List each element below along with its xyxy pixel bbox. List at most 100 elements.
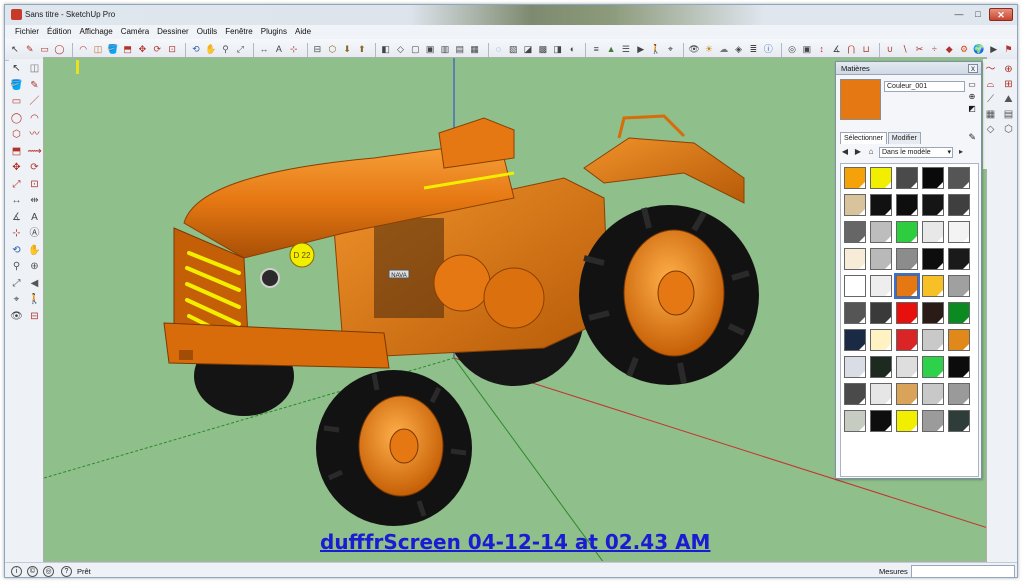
material-swatch[interactable] — [948, 410, 970, 432]
material-swatch[interactable] — [844, 302, 866, 324]
front-icon[interactable]: ▣ — [424, 43, 436, 56]
minimize-icon[interactable]: — — [951, 8, 967, 21]
look-around-icon[interactable]: 👁 — [688, 43, 700, 56]
details-arrow-icon[interactable]: ▸ — [956, 147, 966, 157]
material-swatch[interactable] — [948, 329, 970, 351]
offset-icon[interactable]: ⊡ — [166, 43, 178, 56]
look-around-icon[interactable]: 👁 — [10, 310, 23, 323]
push-pull-icon[interactable]: ⬒ — [10, 145, 23, 158]
menu-edition[interactable]: Édition — [43, 25, 75, 39]
zoom-extents-icon[interactable]: ⤢ — [10, 277, 23, 290]
protractor-icon[interactable]: ∡ — [10, 211, 23, 224]
menu-affichage[interactable]: Affichage — [75, 25, 116, 39]
top-icon[interactable]: ▢ — [409, 43, 421, 56]
material-swatch[interactable] — [870, 329, 892, 351]
previous-view-icon[interactable]: ◀ — [28, 277, 41, 290]
shadows-icon[interactable]: ☀ — [703, 43, 715, 56]
sandbox-layer-icon[interactable]: ◇ — [984, 123, 997, 136]
material-swatch[interactable] — [844, 275, 866, 297]
material-swatch[interactable] — [896, 356, 918, 378]
rectangle-icon[interactable]: ▭ — [39, 43, 51, 56]
trim-icon[interactable]: ✂ — [914, 43, 926, 56]
text-icon[interactable]: A — [28, 211, 41, 224]
home-icon[interactable]: ⌂ — [866, 147, 876, 157]
menu-aide[interactable]: Aide — [291, 25, 315, 39]
tape-measure-icon[interactable]: ↔ — [258, 43, 270, 56]
material-swatch[interactable] — [844, 221, 866, 243]
offset-icon[interactable]: ⊡ — [28, 178, 41, 191]
photo-icon[interactable]: ▣ — [801, 43, 813, 56]
material-swatch[interactable] — [844, 383, 866, 405]
collection-select[interactable]: Dans le modèle — [879, 146, 953, 158]
material-swatch[interactable] — [894, 273, 920, 299]
fog-icon[interactable]: ☁ — [718, 43, 730, 56]
credits-icon[interactable]: © — [27, 566, 38, 577]
material-swatch[interactable] — [948, 221, 970, 243]
axes-icon[interactable]: ⊹ — [288, 43, 300, 56]
eraser-icon[interactable]: ◫ — [28, 62, 41, 75]
material-swatch[interactable] — [844, 410, 866, 432]
menu-plugins[interactable]: Plugins — [257, 25, 291, 39]
material-swatch[interactable] — [922, 302, 944, 324]
tab-modifier[interactable]: Modifier — [887, 132, 921, 144]
create-material-icon[interactable]: ⊕ — [967, 92, 977, 102]
material-swatch[interactable] — [870, 356, 892, 378]
section-plane-icon[interactable]: ⊟ — [312, 43, 324, 56]
menu-outils[interactable]: Outils — [193, 25, 221, 39]
get-models-icon[interactable]: ⬇ — [341, 43, 353, 56]
menu-fichier[interactable]: Fichier — [11, 25, 43, 39]
menu-camera[interactable]: Caméra — [117, 25, 153, 39]
help-icon[interactable]: ? — [61, 566, 72, 577]
circle-icon[interactable]: ◯ — [10, 112, 23, 125]
material-swatch[interactable] — [922, 194, 944, 216]
material-swatch[interactable] — [922, 221, 944, 243]
3d-warehouse-icon[interactable]: ⬡ — [326, 43, 338, 56]
material-swatch[interactable] — [844, 167, 866, 189]
material-swatch[interactable] — [896, 410, 918, 432]
follow-me-icon[interactable]: ⟿ — [27, 145, 41, 158]
3d-text-icon[interactable]: Ⓐ — [28, 227, 41, 240]
material-swatch[interactable] — [870, 221, 892, 243]
material-swatch[interactable] — [844, 356, 866, 378]
layers-icon[interactable]: ☰ — [620, 43, 632, 56]
sandbox-icon[interactable]: ▲ — [605, 43, 617, 56]
material-swatch[interactable] — [844, 248, 866, 270]
maximize-icon[interactable]: □ — [970, 8, 986, 21]
back-arrow-icon[interactable]: ◀ — [840, 147, 850, 157]
material-swatch[interactable] — [922, 329, 944, 351]
xray-icon[interactable]: ◌ — [492, 43, 504, 56]
material-swatch[interactable] — [870, 248, 892, 270]
close-icon[interactable]: ✕ — [989, 8, 1013, 21]
material-swatch[interactable] — [870, 167, 892, 189]
menu-dessiner[interactable]: Dessiner — [153, 25, 193, 39]
sandbox-flip-edge-icon[interactable]: ⟋ — [984, 93, 997, 106]
pencil-icon[interactable]: ✎ — [28, 79, 41, 92]
protractor-icon[interactable]: ∡ — [831, 43, 843, 56]
sandbox-add-detail-icon[interactable]: ⊞ — [1002, 78, 1015, 91]
paint-bucket-icon[interactable]: 🪣 — [10, 79, 23, 92]
material-swatch[interactable] — [948, 356, 970, 378]
eraser-icon[interactable]: ◫ — [92, 43, 104, 56]
material-swatch[interactable] — [896, 248, 918, 270]
scenes-icon[interactable]: ▶ — [635, 43, 647, 56]
right-icon[interactable]: ▥ — [439, 43, 451, 56]
polygon-icon[interactable]: ⬡ — [10, 128, 23, 141]
material-swatch[interactable] — [922, 167, 944, 189]
sandbox-from-scratch-icon[interactable]: ▦ — [984, 108, 997, 121]
move-icon[interactable]: ✥ — [10, 161, 23, 174]
zoom-icon[interactable]: ⚲ — [220, 43, 232, 56]
material-swatch[interactable] — [948, 194, 970, 216]
sandbox-stamp-icon[interactable]: ⊕ — [1002, 63, 1015, 76]
eyedropper-icon[interactable]: ✎ — [968, 132, 976, 143]
match-photo-icon[interactable]: ◎ — [786, 43, 798, 56]
forward-arrow-icon[interactable]: ▶ — [853, 147, 863, 157]
material-swatch[interactable] — [870, 410, 892, 432]
material-swatch[interactable] — [922, 275, 944, 297]
material-swatch[interactable] — [896, 167, 918, 189]
rotate-icon[interactable]: ⟳ — [28, 161, 41, 174]
material-swatch[interactable] — [922, 248, 944, 270]
freehand-icon[interactable]: 〰 — [28, 128, 41, 141]
styles-icon[interactable]: ◈ — [733, 43, 745, 56]
orbit-icon[interactable]: ⟲ — [10, 244, 23, 257]
material-swatch[interactable] — [896, 383, 918, 405]
